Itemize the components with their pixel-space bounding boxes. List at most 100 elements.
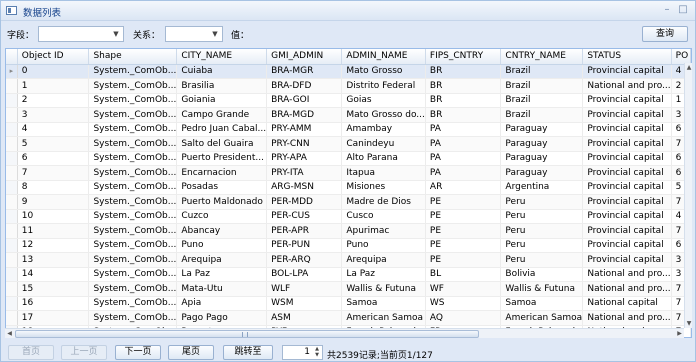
table-cell[interactable]: Provincial capital <box>582 252 672 268</box>
table-cell[interactable]: Peru <box>500 238 584 253</box>
table-row[interactable]: 13 System._ComOb... Arequipa PER-ARQ Arequip… <box>6 252 691 268</box>
table-cell[interactable]: Provincial capital <box>582 238 672 253</box>
table-cell[interactable]: AQ <box>425 310 502 326</box>
table-cell[interactable]: System._ComOb... <box>88 296 178 311</box>
table-cell[interactable]: Paraguay <box>500 122 584 137</box>
table-cell[interactable]: PA <box>425 122 502 137</box>
table-cell[interactable]: National capital <box>582 296 672 311</box>
table-cell[interactable]: Salto del Guaira <box>176 136 268 152</box>
first-page-button[interactable]: 首页 <box>8 345 54 360</box>
table-cell[interactable]: BL <box>425 267 502 282</box>
table-cell[interactable]: Abancay <box>176 223 268 239</box>
table-cell[interactable]: BOL-LPA <box>266 267 343 282</box>
arrow-left-icon[interactable]: ◀ <box>5 330 14 338</box>
table-cell[interactable]: System._ComOb... <box>88 267 178 282</box>
maximize-button[interactable]: □ <box>677 4 689 16</box>
table-row[interactable]: 14 System._ComOb... La Paz BOL-LPA La Paz BL B… <box>6 267 691 282</box>
table-cell[interactable]: PA <box>425 165 502 181</box>
table-cell[interactable]: Provincial capital <box>582 209 672 224</box>
table-row[interactable]: 6 System._ComOb... Puerto President... PRY-… <box>6 151 691 166</box>
chevron-down-icon[interactable]: ▼ <box>209 27 221 41</box>
table-cell[interactable]: Arequipa <box>341 252 426 268</box>
vertical-scrollbar[interactable]: ▲ ▼ <box>684 63 692 328</box>
table-cell[interactable]: BR <box>425 93 502 108</box>
table-cell[interactable]: American Samoa <box>341 310 426 326</box>
horizontal-scrollbar[interactable]: ◀ ▶ <box>5 328 684 338</box>
column-header[interactable]: Object ID <box>17 49 90 65</box>
table-row[interactable]: 7 System._ComOb... Encarnacion PRY-ITA Itapu… <box>6 165 691 181</box>
table-cell[interactable]: System._ComOb... <box>88 122 178 137</box>
table-cell[interactable]: Peru <box>500 223 584 239</box>
table-cell[interactable]: Brazil <box>500 64 584 79</box>
table-cell[interactable]: PRY-CNN <box>266 136 343 152</box>
table-cell[interactable]: PE <box>425 209 502 224</box>
table-cell[interactable]: Wallis & Futuna <box>500 281 584 297</box>
column-header[interactable]: PO <box>671 49 691 65</box>
table-cell[interactable]: Brasilia <box>176 78 268 94</box>
page-number-input[interactable]: 1 ▲ ▼ <box>282 345 323 360</box>
table-cell[interactable]: System._ComOb... <box>88 281 178 297</box>
table-cell[interactable]: PE <box>425 238 502 253</box>
table-cell[interactable]: BR <box>425 64 502 79</box>
table-cell[interactable]: Posadas <box>176 180 268 195</box>
table-cell[interactable]: PE <box>425 223 502 239</box>
table-cell[interactable]: WF <box>425 281 502 297</box>
table-cell[interactable]: Cusco <box>341 209 426 224</box>
table-cell[interactable]: Provincial capital <box>582 136 672 152</box>
table-cell[interactable]: Distrito Federal <box>341 78 426 94</box>
table-row[interactable]: 12 System._ComOb... Puno PER-PUN Puno PE Peru P… <box>6 238 691 253</box>
table-cell[interactable]: Paraguay <box>500 136 584 152</box>
table-cell[interactable]: 14 <box>17 267 90 282</box>
scroll-thumb[interactable] <box>15 330 479 338</box>
table-cell[interactable]: System._ComOb... <box>88 238 178 253</box>
table-cell[interactable]: La Paz <box>341 267 426 282</box>
table-cell[interactable]: 10 <box>17 209 90 224</box>
table-cell[interactable]: System._ComOb... <box>88 107 178 123</box>
table-cell[interactable]: PE <box>425 252 502 268</box>
table-row[interactable]: 4 System._ComOb... Pedro Juan Cabal... PRY-… <box>6 122 691 137</box>
table-cell[interactable]: PRY-AMM <box>266 122 343 137</box>
table-cell[interactable]: System._ComOb... <box>88 310 178 326</box>
spinner-icon[interactable]: ▲ ▼ <box>313 346 321 359</box>
table-cell[interactable]: System._ComOb... <box>88 209 178 224</box>
table-cell[interactable]: Samoa <box>341 296 426 311</box>
table-cell[interactable]: Campo Grande <box>176 107 268 123</box>
table-cell[interactable]: WLF <box>266 281 343 297</box>
column-header[interactable]: Shape <box>88 49 178 65</box>
table-cell[interactable]: Puerto Maldonado <box>176 194 268 210</box>
table-cell[interactable]: System._ComOb... <box>88 180 178 195</box>
table-cell[interactable]: National and pro... <box>582 310 672 326</box>
table-cell[interactable]: Apurimac <box>341 223 426 239</box>
table-cell[interactable]: 11 <box>17 223 90 239</box>
table-cell[interactable]: WSM <box>266 296 343 311</box>
arrow-up-icon[interactable]: ▲ <box>685 63 693 72</box>
table-row[interactable]: 5 System._ComOb... Salto del Guaira PRY-CNN… <box>6 136 691 152</box>
table-cell[interactable]: 8 <box>17 180 90 195</box>
table-cell[interactable]: 16 <box>17 296 90 311</box>
table-cell[interactable]: Mato Grosso <box>341 64 426 79</box>
column-header[interactable]: CITY_NAME <box>176 49 268 65</box>
table-cell[interactable]: Misiones <box>341 180 426 195</box>
table-cell[interactable]: National and pro... <box>582 281 672 297</box>
table-cell[interactable]: Encarnacion <box>176 165 268 181</box>
table-cell[interactable]: Mata-Utu <box>176 281 268 297</box>
table-row[interactable]: 15 System._ComOb... Mata-Utu WLF Wallis & Fu… <box>6 281 691 297</box>
table-cell[interactable]: PER-CUS <box>266 209 343 224</box>
table-cell[interactable]: Brazil <box>500 78 584 94</box>
table-cell[interactable]: Brazil <box>500 107 584 123</box>
table-cell[interactable]: Puerto President... <box>176 151 268 166</box>
table-cell[interactable]: BRA-MGR <box>266 64 343 79</box>
table-cell[interactable]: BR <box>425 107 502 123</box>
table-cell[interactable]: BRA-DFD <box>266 78 343 94</box>
table-cell[interactable]: 2 <box>17 93 90 108</box>
table-cell[interactable]: PRY-ITA <box>266 165 343 181</box>
chevron-down-icon[interactable]: ▼ <box>110 27 122 41</box>
minimize-button[interactable]: – <box>661 4 673 16</box>
table-row[interactable]: 2 System._ComOb... Goiania BRA-GOI Goias BR Br… <box>6 93 691 108</box>
column-header[interactable]: ADMIN_NAME <box>341 49 426 65</box>
table-cell[interactable]: PER-ARQ <box>266 252 343 268</box>
relation-select[interactable]: ▼ <box>165 26 223 42</box>
table-cell[interactable]: BR <box>425 78 502 94</box>
table-cell[interactable]: Brazil <box>500 93 584 108</box>
table-cell[interactable]: System._ComOb... <box>88 78 178 94</box>
